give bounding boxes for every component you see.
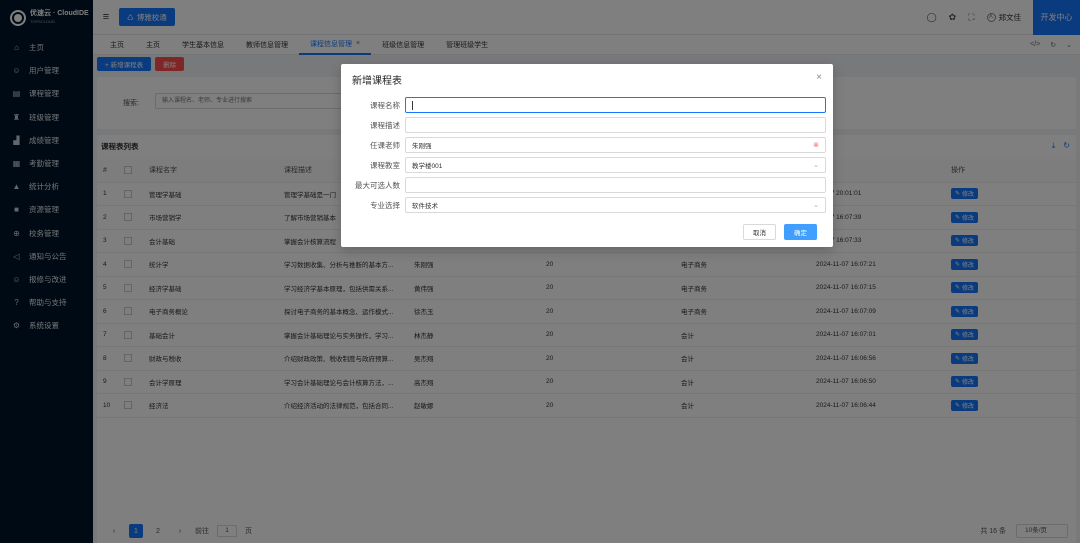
field-label: 课程名称 [370,100,400,110]
select-field[interactable]: 教学楼001 ⌄ [405,157,826,173]
field-label: 最大可选人数 [355,180,400,190]
field-value: 朱刚强 [412,143,432,150]
form-row: 最大可选人数 [341,177,833,193]
chevron-down-icon: ⌄ [813,202,819,209]
field-value: 软件技术 [412,203,438,210]
form-row: 课程名称 [341,97,833,113]
chevron-down-icon: ⌄ [813,162,819,169]
text-field[interactable] [405,97,826,113]
dialog-title: 新增课程表 [352,76,402,87]
text-field[interactable] [405,177,826,193]
field-value: 教学楼001 [412,163,443,170]
select-field[interactable]: 软件技术 ⌄ [405,197,826,213]
text-caret [412,100,413,110]
add-course-dialog: 新增课程表 × 课程名称课程描述任课老师 朱刚强 ⊗ 课程教室 教学楼001 ⌄ 最大可选人… [341,64,833,247]
confirm-button[interactable]: 确定 [784,224,817,240]
field-label: 专业选择 [370,200,400,210]
field-label: 任课老师 [370,140,400,150]
clear-icon[interactable]: ⊗ [813,141,819,149]
field-label: 课程描述 [370,120,400,130]
form-row: 课程描述 [341,117,833,133]
close-icon[interactable]: × [816,72,822,83]
field-label: 课程教室 [370,160,400,170]
cancel-button[interactable]: 取消 [743,224,776,240]
form-row: 课程教室 教学楼001 ⌄ [341,157,833,173]
text-field[interactable] [405,117,826,133]
text-field[interactable]: 朱刚强 ⊗ [405,137,826,153]
form-row: 任课老师 朱刚强 ⊗ [341,137,833,153]
form-row: 专业选择 软件技术 ⌄ [341,197,833,213]
